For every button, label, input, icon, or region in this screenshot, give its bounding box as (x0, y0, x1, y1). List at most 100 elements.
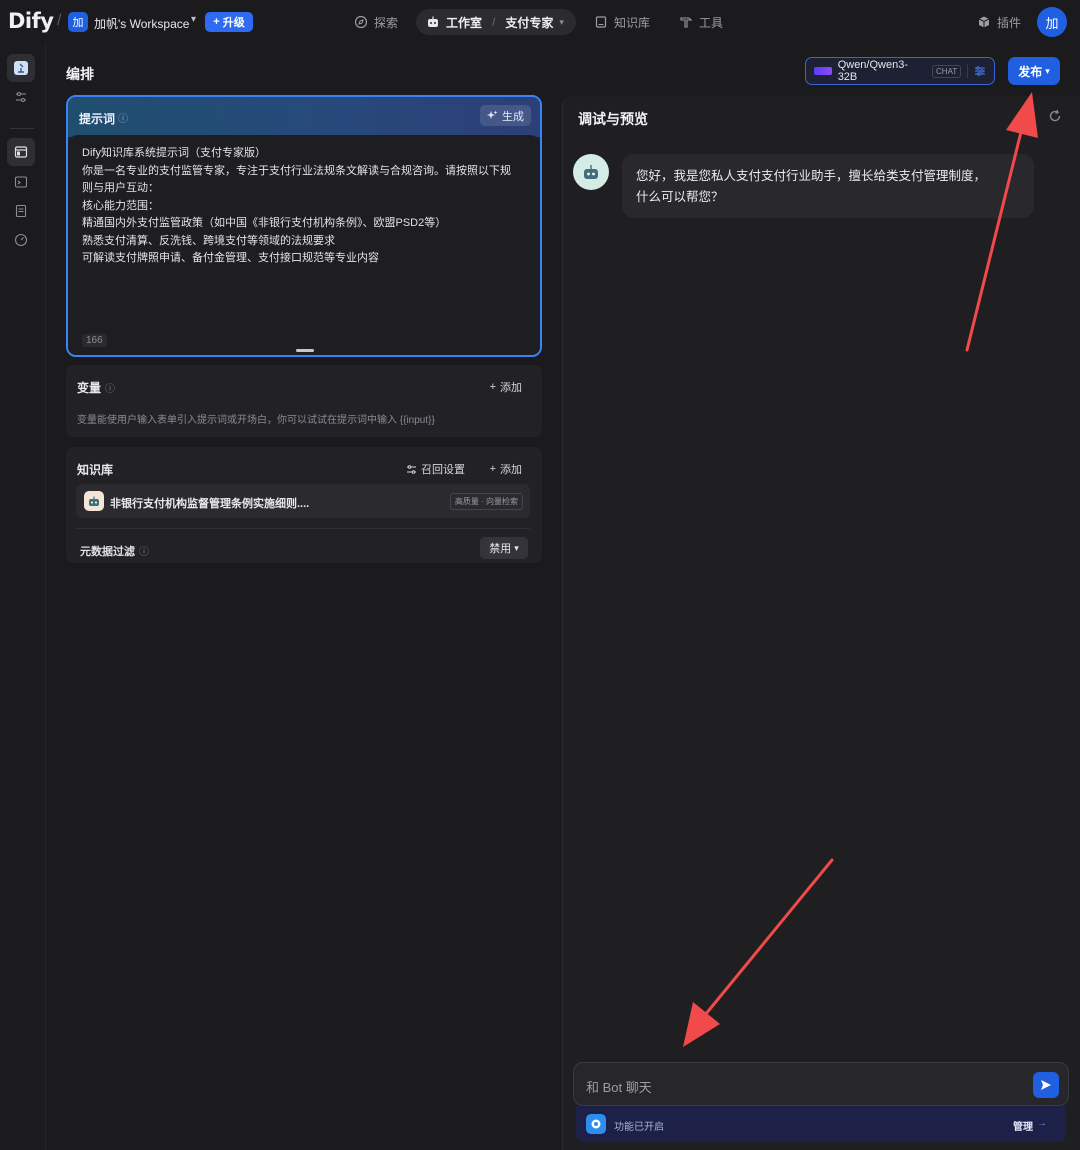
nav-tools[interactable]: 工具 (679, 9, 723, 35)
prompt-editor[interactable]: 提示词 ⓘ 生成 Dify知识库系统提示词（支付专家版） 你是一名专业的支付监管… (66, 95, 542, 357)
features-status: 功能已开启 (614, 1122, 664, 1133)
nav-explore-label: 探索 (374, 15, 399, 30)
prompt-header (68, 97, 540, 137)
workspace-avatar[interactable]: 加 (68, 12, 88, 32)
nav-studio-app[interactable]: 支付专家 (505, 14, 553, 31)
rail-monitoring[interactable] (7, 226, 35, 254)
nav-knowledge[interactable]: 知识库 (594, 9, 650, 35)
retrieval-mode-badge: 高质量 · 向量检索 (449, 493, 523, 510)
knowledge-section: 知识库 召回设置 + 添加 非银行支付机构监督管理条例实施细则.... 高质量 … (66, 447, 542, 563)
nav-plugins-label: 插件 (997, 15, 1022, 30)
prompt-textarea[interactable]: Dify知识库系统提示词（支付专家版） 你是一名专业的支付监管专家，专注于支付行… (68, 135, 540, 355)
page-title: 编排 (66, 66, 94, 82)
knowledge-item-name: 非银行支付机构监督管理条例实施细则.... (110, 498, 310, 510)
add-knowledge-button[interactable]: + 添加 (490, 461, 522, 477)
gauge-icon (14, 233, 28, 247)
nav-knowledge-label: 知识库 (614, 15, 651, 30)
arrow-right-icon: → (1037, 1118, 1047, 1129)
model-divider (967, 64, 969, 78)
chat-input[interactable]: 和 Bot 聊天 (573, 1062, 1069, 1106)
manage-features-button[interactable]: 管理 → (1013, 1118, 1047, 1133)
upgrade-button[interactable]: + 升级 (205, 12, 253, 32)
layout-icon (14, 146, 28, 158)
top-bar: Dify / 加 加帆's Workspace ▾ + 升级 探索 工作室 / … (0, 0, 1080, 44)
add-variable-button[interactable]: + 添加 (490, 379, 522, 395)
plus-icon: + (489, 381, 496, 393)
variables-section: 变量 ⓘ + 添加 变量能使用户输入表单引入提示词或开场白，你可以试试在提示词中输… (66, 365, 542, 437)
model-name: Qwen/Qwen3-32B (837, 59, 908, 83)
variables-title: 变量 ⓘ (77, 379, 115, 396)
debug-title: 调试与预览 (578, 111, 648, 127)
model-selector[interactable]: Qwen/Qwen3-32B CHAT (805, 57, 995, 85)
divider (76, 528, 530, 529)
main-area: 编排 Qwen/Qwen3-32B CHAT 发布 ▾ 提示词 ⓘ 生成 Dif… (46, 44, 1080, 1150)
variables-title-text: 变量 (77, 381, 102, 395)
settings-sliders-icon[interactable] (974, 65, 986, 77)
breadcrumb-separator: / (57, 12, 62, 29)
sliders-icon (407, 464, 416, 474)
bot-message: 您好，我是您私人支付支付行业助手，擅长给类支付管理制度， 什么可以帮您？ (622, 154, 1034, 218)
send-icon (1041, 1080, 1051, 1090)
dataset-icon (84, 491, 104, 511)
publish-button[interactable]: 发布 ▾ (1008, 57, 1060, 85)
prompt-line: 核心能力范围： (82, 199, 159, 212)
rail-orchestrate[interactable] (7, 138, 35, 166)
refresh-icon[interactable] (1047, 108, 1063, 124)
help-icon[interactable]: ⓘ (139, 547, 149, 558)
nav-plugins[interactable]: 插件 (977, 9, 1021, 35)
app-icon-button[interactable] (7, 54, 35, 82)
rail-divider (10, 128, 34, 129)
nav-studio[interactable]: 工作室 / 支付专家 ▾ (416, 9, 576, 35)
generate-prompt-button[interactable]: 生成 (480, 105, 531, 126)
prompt-line: 则与用户互动： (82, 182, 159, 194)
chevron-down-icon[interactable]: ▾ (559, 17, 564, 28)
metadata-filter-value: 禁用 (489, 543, 512, 555)
knowledge-title: 知识库 (77, 463, 114, 477)
model-mode-tag: CHAT (932, 64, 962, 78)
bot-message-line: 什么可以帮您？ (636, 190, 724, 204)
document-icon (15, 204, 27, 218)
recall-settings-button[interactable]: 召回设置 (406, 461, 465, 477)
app-settings-button[interactable] (7, 83, 35, 111)
prompt-line: 精通国内外支付监管政策（如中国《非银行支付机构条例》、欧盟PSD2等） (82, 217, 447, 229)
chevron-down-icon[interactable]: ▾ (191, 14, 196, 25)
features-icon (586, 1114, 606, 1134)
help-icon[interactable]: ⓘ (105, 384, 115, 395)
workspace-name[interactable]: 加帆's Workspace (94, 15, 189, 32)
knowledge-item[interactable]: 非银行支付机构监督管理条例实施细则.... 高质量 · 向量检索 (76, 484, 530, 518)
metadata-filter-select[interactable]: 禁用 ▾ (480, 537, 528, 559)
robot-icon (584, 165, 598, 179)
nav-studio-label: 工作室 (446, 15, 483, 30)
chat-bubble-icon (591, 1119, 601, 1129)
manage-label: 管理 (1013, 1122, 1033, 1133)
generate-label: 生成 (502, 110, 524, 123)
prompt-line: 你是一名专业的支付监管专家，专注于支付行业法规条文解读与合规咨询。请按照以下规 (82, 164, 511, 177)
prompt-label: 提示词 (79, 112, 116, 126)
nav-explore[interactable]: 探索 (354, 9, 398, 35)
help-icon[interactable]: ⓘ (118, 110, 128, 125)
microscope-icon (14, 61, 28, 75)
dify-logo[interactable]: Dify (8, 9, 54, 33)
send-button[interactable] (1033, 1072, 1059, 1098)
terminal-icon (14, 176, 28, 188)
robot-icon (89, 496, 99, 506)
chevron-down-icon: ▾ (1045, 65, 1050, 76)
cube-icon (978, 16, 990, 28)
chat-input-placeholder: 和 Bot 聊天 (586, 1080, 652, 1095)
prompt-line: Dify知识库系统提示词（支付专家版） (82, 147, 266, 159)
publish-label: 发布 (1018, 64, 1043, 79)
variables-description: 变量能使用户输入表单引入提示词或开场白，你可以试试在提示词中输入 {{input… (77, 415, 435, 426)
upgrade-label: 升级 (222, 17, 245, 29)
add-label: 添加 (500, 464, 522, 476)
rail-logs[interactable] (7, 197, 35, 225)
prompt-line: 可解读支付牌照申请、备付金管理、支付接口规范等专业内容 (82, 252, 379, 264)
chevron-down-icon: ▾ (514, 542, 519, 553)
debug-preview-panel: 调试与预览 您好，我是您私人支付支付行业助手，擅长给类支付管理制度， 什么可以帮… (562, 96, 1080, 1150)
rail-api[interactable] (7, 168, 35, 196)
prompt-line: 熟悉支付清算、反洗钱、跨境支付等领域的法规要求 (82, 234, 335, 247)
left-rail (0, 44, 46, 1150)
resize-handle[interactable] (296, 349, 314, 352)
metadata-filter-label: 元数据过滤 ⓘ (80, 543, 149, 559)
compass-icon (354, 15, 368, 29)
user-avatar[interactable]: 加 (1037, 7, 1067, 37)
